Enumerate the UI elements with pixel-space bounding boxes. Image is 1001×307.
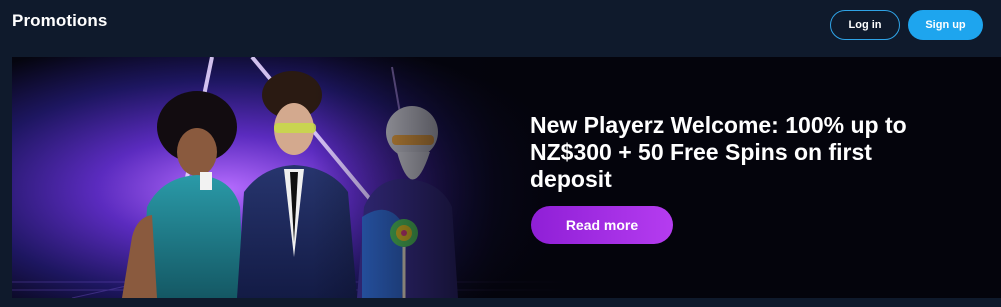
login-button[interactable]: Log in (830, 10, 900, 40)
read-more-button[interactable]: Read more (531, 206, 673, 244)
bottom-strip (0, 298, 1001, 307)
signup-button[interactable]: Sign up (908, 10, 983, 40)
page-title: Promotions (12, 11, 108, 30)
promo-headline: New Playerz Welcome: 100% up to NZ$300 +… (530, 112, 907, 192)
top-bar: Promotions Log in Sign up (0, 0, 1001, 52)
promo-banner[interactable]: New Playerz Welcome: 100% up to NZ$300 +… (12, 57, 1001, 298)
